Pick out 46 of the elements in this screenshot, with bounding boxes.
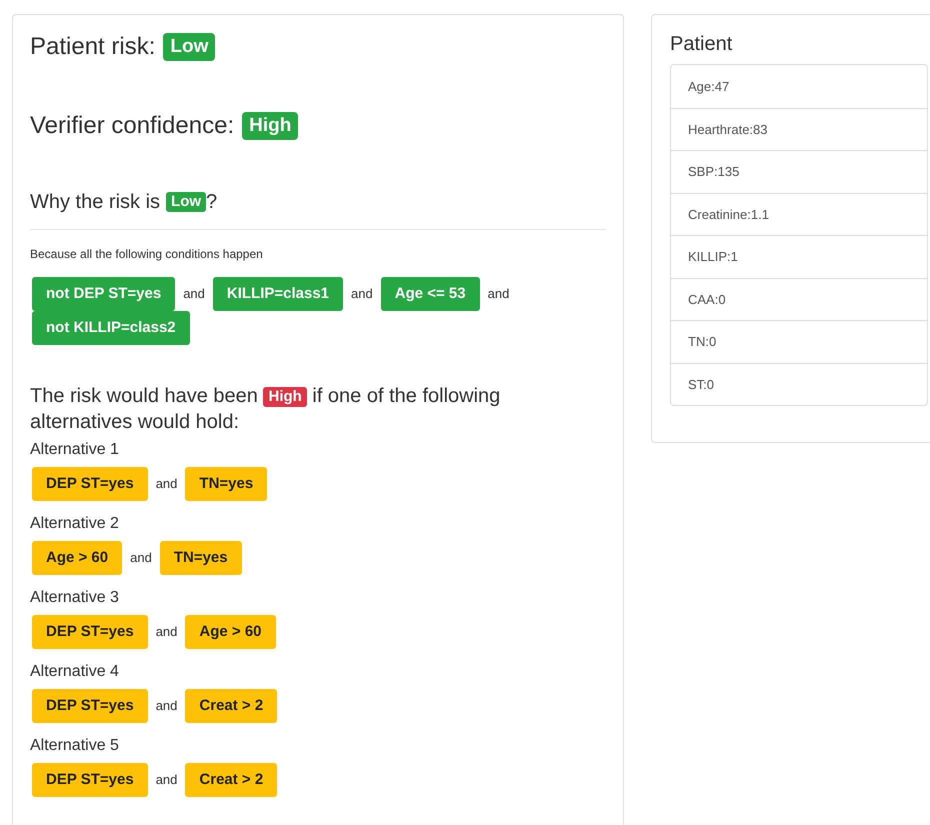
joiner-text: and	[156, 623, 178, 642]
conditions-intro: Because all the following conditions happen	[30, 246, 264, 263]
patient-attribute: ST:0	[671, 362, 927, 405]
joiner-text: and	[156, 771, 178, 790]
alternative-title: Alternative 1	[30, 440, 120, 460]
condition-tag: TN=yes	[185, 467, 268, 501]
patient-attribute: KILLIP:1	[671, 235, 927, 278]
patient-attribute: Age:47	[687, 78, 730, 96]
condition-tag: Creat > 2	[185, 763, 278, 797]
joiner-text: and	[351, 285, 373, 304]
alternative-title: Alternative 5	[30, 736, 120, 756]
patient-attribute: SBP:135	[671, 150, 927, 192]
joiner-text: and	[156, 697, 178, 716]
patient-title: Patient	[670, 32, 734, 57]
status-badge: High	[263, 386, 307, 407]
alternative-title: Alternative 4	[30, 662, 120, 682]
condition-tag: DEP ST=yes	[32, 763, 148, 797]
condition-tag: DEP ST=yes	[32, 467, 148, 501]
patient-attribute: TN:0	[671, 320, 927, 362]
joiner-text: and	[156, 475, 178, 494]
condition-tag: KILLIP=class1	[212, 277, 344, 311]
condition-tag: DEP ST=yes	[32, 689, 148, 723]
condition-tag: Age > 60	[32, 541, 122, 575]
joiner-text: and	[130, 549, 152, 568]
condition-tag: DEP ST=yes	[32, 615, 148, 649]
patient-attribute: Creatinine:1.1	[671, 192, 927, 235]
joiner-text: and	[488, 285, 510, 304]
patient-attribute: CAA:0	[671, 278, 927, 320]
question-mark: ?	[206, 190, 218, 215]
condition-tag: TN=yes	[160, 541, 242, 575]
risk-label: Patient risk:	[30, 32, 156, 62]
status-badge: Low	[166, 192, 206, 212]
condition-tag: Age > 60	[185, 615, 276, 649]
status-badge: Low	[163, 33, 216, 61]
condition-tag: not KILLIP=class2	[32, 311, 190, 345]
status-badge: High	[242, 112, 298, 140]
counterfactual-text: The risk would have been High if one of the following alternatives would hold:	[30, 384, 502, 435]
confidence-label: Verifier confidence:	[30, 111, 234, 141]
why-heading: Why the risk is	[30, 190, 160, 215]
alternative-title: Alternative 3	[30, 588, 120, 608]
alternative-title: Alternative 2	[30, 514, 120, 534]
joiner-text: and	[183, 285, 205, 304]
patient-attribute: Hearthrate:83	[671, 108, 927, 150]
condition-tag: Creat > 2	[185, 689, 278, 723]
condition-tag: Age <= 53	[380, 277, 480, 311]
condition-tag: not DEP ST=yes	[32, 277, 176, 311]
